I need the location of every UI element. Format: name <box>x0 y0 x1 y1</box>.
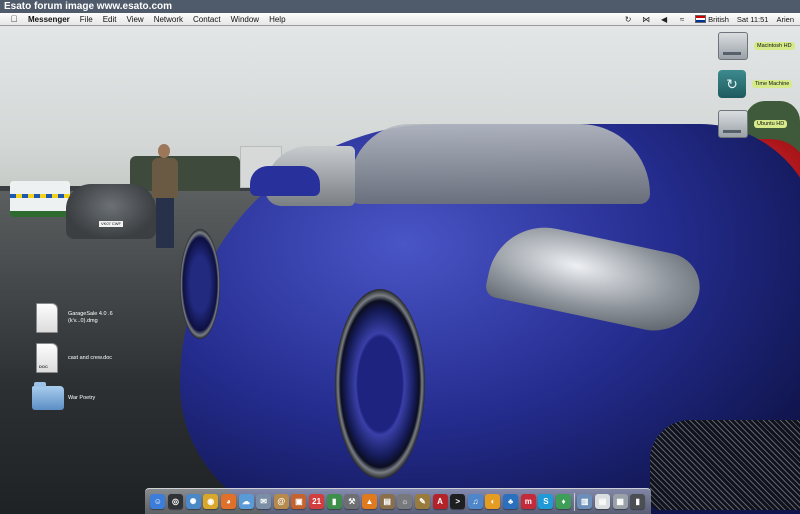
hard-drive-icon <box>718 32 748 60</box>
wallpaper-blue-ferrari <box>180 124 800 514</box>
wallpaper-person <box>150 144 180 249</box>
dock-documents-stack-icon[interactable]: ▤ <box>594 494 610 509</box>
file-label: cast and crew.doc <box>68 354 113 361</box>
menu-window[interactable]: Window <box>231 15 259 24</box>
dock-acrobat-icon[interactable]: A <box>432 494 448 509</box>
drive-label: Time Machine <box>752 80 793 88</box>
wallpaper-ambulance-stripe <box>10 194 70 198</box>
dock-charts-icon[interactable]: ▮ <box>326 494 342 509</box>
desktop-drive-ubuntu-hd[interactable]: Ubuntu HD <box>718 110 800 138</box>
bluetooth-icon[interactable]: ⋈ <box>641 14 651 24</box>
dock-mail-icon[interactable]: ✉ <box>256 494 272 509</box>
file-label: War Poetry <box>68 394 96 401</box>
dock: ☺ ◎ ✺ ◉ ◕ ☁ ✉ @ ▣ 21 ▮ ⚒ ▲ ▤ ☼ ✎ A > ♫ ◐ ♣ m S ♦ ▥ ▤ ▦ ▮ <box>145 488 651 514</box>
menu-edit[interactable]: Edit <box>103 15 117 24</box>
dock-vlc-icon[interactable]: ▲ <box>362 494 377 509</box>
dock-address-book-icon[interactable]: @ <box>273 494 289 509</box>
user-menu[interactable]: Arien <box>776 15 794 24</box>
wallpaper-ambulance <box>10 181 70 217</box>
dock-safari-icon[interactable]: ✺ <box>185 494 201 509</box>
dock-ical-icon[interactable]: 21 <box>309 494 325 509</box>
wallpaper-trees <box>130 156 240 192</box>
hard-drive-icon <box>718 110 748 138</box>
dock-system-preferences-icon[interactable]: ☼ <box>397 494 413 509</box>
time-machine-icon[interactable]: ↻ <box>623 14 633 24</box>
car-grille <box>650 420 800 510</box>
wallpaper-gray-car: VK07 CWF <box>66 184 156 239</box>
dock-utility-icon[interactable]: ⚒ <box>344 494 360 509</box>
dock-downloads-stack-icon[interactable]: ▦ <box>612 494 628 509</box>
forum-watermark: Esato forum image www.esato.com <box>0 0 800 13</box>
dock-vlc-2-icon[interactable]: ◐ <box>485 494 501 509</box>
gray-car-plate: VK07 CWF <box>99 221 123 227</box>
desktop-drive-macintosh-hd[interactable]: Macintosh HD <box>718 32 800 60</box>
file-label: GarageSale 4.0 .6 (k'v...0).dmg <box>68 311 113 324</box>
dock-tools-icon[interactable]: ✎ <box>414 494 430 509</box>
input-source-menu[interactable]: British <box>695 15 729 24</box>
menu-file[interactable]: File <box>80 15 93 24</box>
volume-icon[interactable]: ◀ <box>659 14 669 24</box>
dock-dashboard-icon[interactable]: ◎ <box>167 494 183 509</box>
drive-label: Ubuntu HD <box>754 120 788 128</box>
folder-icon <box>32 382 64 410</box>
car-headlight <box>483 217 707 339</box>
dock-chrome-icon[interactable]: ◉ <box>203 494 219 509</box>
dock-finder-icon[interactable]: ☺ <box>150 494 166 509</box>
car-front-wheel <box>335 289 425 479</box>
dock-separator <box>573 492 575 511</box>
dock-itunes-icon[interactable]: ♫ <box>467 494 483 509</box>
dock-preview-icon[interactable]: ▤ <box>379 494 395 509</box>
input-source-label: British <box>708 14 729 24</box>
menu-network[interactable]: Network <box>154 15 183 24</box>
menu-bar:  Messenger File Edit View Network Conta… <box>0 13 800 26</box>
dock-ichat-icon[interactable]: ☁ <box>238 494 254 509</box>
dock-trash-icon[interactable]: ▮ <box>630 494 646 509</box>
car-mirror <box>250 166 320 196</box>
apple-menu-icon[interactable]:  <box>8 13 20 26</box>
dock-adium-icon[interactable]: ♦ <box>556 494 572 509</box>
dock-skype-icon[interactable]: S <box>538 494 554 509</box>
desktop-file-cast-and-crew-doc[interactable]: DOC cast and crew.doc <box>36 343 112 373</box>
app-menu-messenger[interactable]: Messenger <box>28 15 70 24</box>
dock-firefox-icon[interactable]: ◕ <box>220 494 236 509</box>
desktop-drive-time-machine[interactable]: ↻ Time Machine <box>718 70 800 98</box>
car-windshield <box>350 124 650 204</box>
desktop-file-garagesale-dmg[interactable]: GarageSale 4.0 .6 (k'v...0).dmg <box>36 303 118 333</box>
disk-image-icon <box>36 303 58 333</box>
menu-view[interactable]: View <box>126 15 143 24</box>
dock-terminal-icon[interactable]: > <box>450 494 466 509</box>
car-rear-wheel <box>180 229 220 339</box>
menu-clock[interactable]: Sat 11:51 <box>737 15 769 24</box>
dock-messenger-icon[interactable]: ♣ <box>503 494 519 509</box>
menu-help[interactable]: Help <box>269 15 285 24</box>
wifi-icon[interactable]: ≈ <box>677 14 687 24</box>
menu-extras: ↻ ⋈ ◀ ≈ British Sat 11:51 Arien <box>623 13 794 25</box>
desktop-wallpaper: VK07 CWF <box>0 26 800 514</box>
dock-photo-icon[interactable]: ▣ <box>291 494 307 509</box>
document-icon: DOC <box>36 343 58 373</box>
dock-media-icon[interactable]: m <box>520 494 536 509</box>
british-flag-icon <box>695 15 707 23</box>
dock-applications-stack-icon[interactable]: ▥ <box>577 494 593 509</box>
desktop-folder-war-poetry[interactable]: War Poetry <box>32 382 96 410</box>
drive-label: Macintosh HD <box>754 42 795 50</box>
time-machine-icon: ↻ <box>718 70 746 98</box>
menu-contact[interactable]: Contact <box>193 15 221 24</box>
